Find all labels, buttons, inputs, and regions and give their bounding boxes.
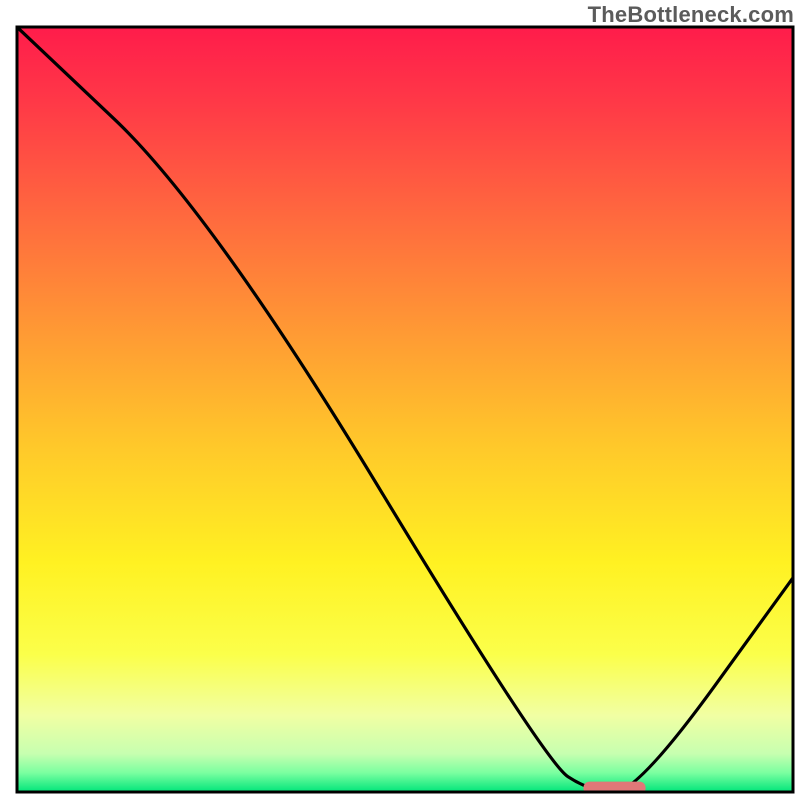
chart-background xyxy=(17,27,793,792)
bottleneck-chart xyxy=(0,0,800,800)
chart-container: TheBottleneck.com xyxy=(0,0,800,800)
